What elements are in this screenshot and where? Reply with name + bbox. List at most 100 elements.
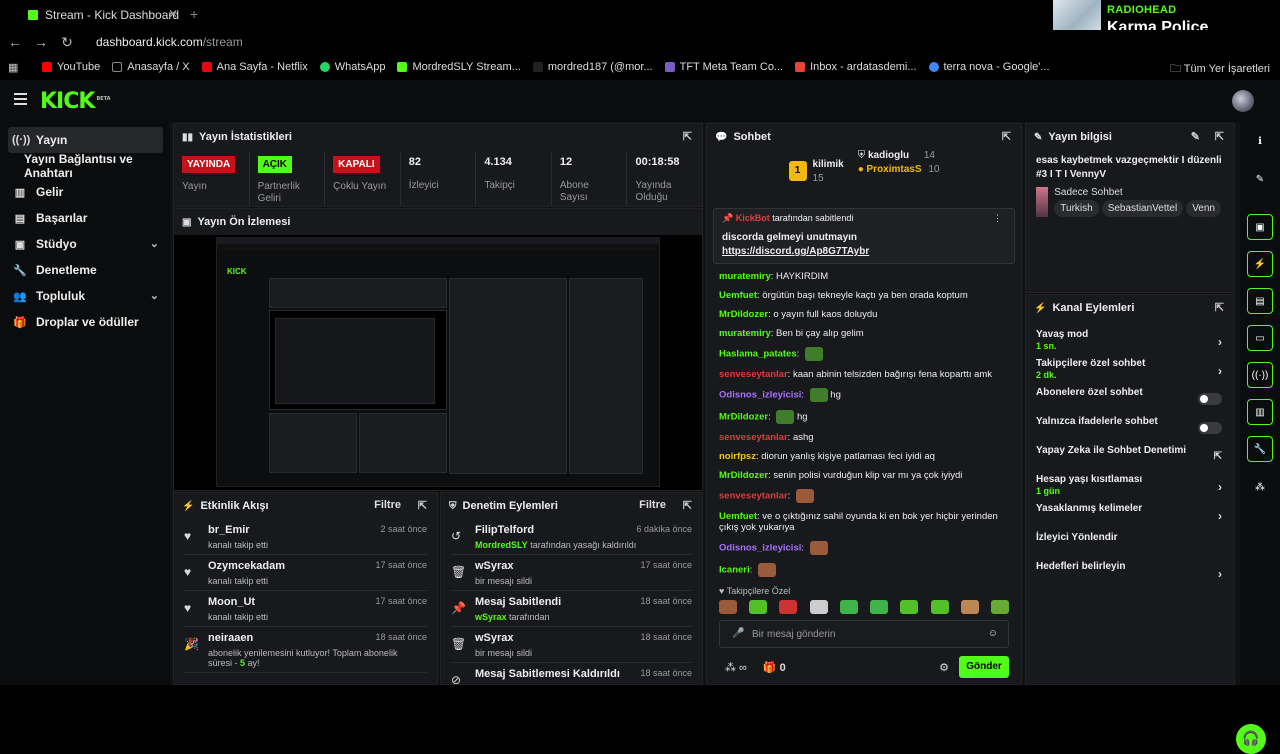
- url-field[interactable]: dashboard.kick.com/stream: [96, 35, 243, 49]
- popout-icon[interactable]: ⇱: [683, 130, 692, 143]
- all-bookmarks[interactable]: 🗀 Tüm Yer İşaretleri: [1170, 60, 1270, 79]
- chat-username[interactable]: muratemiry: [719, 271, 771, 282]
- emote-icon[interactable]: [839, 600, 858, 614]
- bookmark-netflix[interactable]: Ana Sayfa - Netflix: [201, 61, 308, 73]
- channel-action-item[interactable]: Abonelere özel sohbet: [1026, 387, 1234, 416]
- emote-icon[interactable]: [719, 600, 737, 614]
- chat-username[interactable]: MrDildozer: [719, 470, 768, 481]
- bookmark-gmail[interactable]: Inbox - ardatasdemi...: [795, 61, 917, 73]
- sidebar-item-moderation[interactable]: 🔧 Denetleme: [8, 257, 163, 283]
- emote-icon[interactable]: [749, 600, 768, 614]
- bookmark-google[interactable]: terra nova - Google'...: [928, 61, 1050, 73]
- bookmark-tft-meta[interactable]: TFT Meta Team Co...: [664, 61, 783, 73]
- reload-icon[interactable]: ↻: [54, 34, 80, 51]
- chat-username[interactable]: MrDildozer: [719, 412, 768, 423]
- chat-username[interactable]: Uemfuet: [719, 290, 757, 301]
- wrench-icon[interactable]: 🔧: [1247, 436, 1273, 462]
- chat-username[interactable]: noirfpsz: [719, 451, 756, 462]
- edit-icon[interactable]: ✎: [1247, 166, 1273, 192]
- popout-icon[interactable]: ⇱: [1215, 301, 1224, 314]
- bookmark-x[interactable]: Anasayfa / X: [112, 61, 190, 73]
- apps-grid-icon[interactable]: ▦: [8, 61, 22, 74]
- modlog-icon[interactable]: ▥: [1247, 399, 1273, 425]
- chat-username[interactable]: Uemfuet: [719, 511, 757, 522]
- popout-icon[interactable]: ⇱: [1215, 130, 1224, 143]
- chat-username[interactable]: Odisnos_izleyicisi: [719, 543, 801, 554]
- sidebar-item-stream[interactable]: ((·)) Yayın: [8, 127, 163, 153]
- bookmark-whatsapp[interactable]: WhatsApp: [319, 61, 385, 73]
- toggle-switch[interactable]: [1198, 393, 1222, 405]
- popout-icon[interactable]: ⇱: [418, 499, 427, 512]
- avatar[interactable]: [1232, 90, 1254, 112]
- chat-icon[interactable]: ▭: [1247, 325, 1273, 351]
- chat-username[interactable]: senveseytanlar: [719, 491, 788, 502]
- channel-action-item[interactable]: Hedefleri belirleyin ›: [1026, 561, 1234, 590]
- channel-action-item[interactable]: Yasaklanmış kelimeler ›: [1026, 503, 1234, 532]
- address-bar-row: ← → ↻ dashboard.kick.com/stream: [0, 30, 1280, 54]
- mic-icon[interactable]: 🎤: [732, 628, 744, 639]
- chat-username[interactable]: Haslama_patates: [719, 349, 797, 360]
- sidebar-item-achievements[interactable]: ▤ Başarılar: [8, 205, 163, 231]
- chat-username[interactable]: senveseytanlar: [719, 369, 788, 380]
- document-icon[interactable]: ▤: [1247, 288, 1273, 314]
- preview-icon[interactable]: ▣: [1247, 214, 1273, 240]
- bookmark-tiktok[interactable]: mordred187 (@mor...: [532, 61, 653, 73]
- pinned-link[interactable]: https://discord.gg/Ap8G7TAybr: [722, 246, 1006, 257]
- gear-icon[interactable]: ⚙: [939, 661, 949, 674]
- kick-logo[interactable]: KICK BETA: [40, 89, 111, 114]
- close-tab-icon[interactable]: ✕: [168, 7, 178, 21]
- menu-icon[interactable]: [14, 93, 27, 108]
- channel-action-item[interactable]: Yavaş mod 1 sn. ›: [1026, 329, 1234, 358]
- sidebar-item-community[interactable]: 👥 Topluluk ⌄: [8, 283, 163, 309]
- channel-action-item[interactable]: Yalnızca ifadelerle sohbet: [1026, 416, 1234, 445]
- sidebar-item-stream-key[interactable]: Yayın Bağlantısı ve Anahtarı: [8, 152, 163, 180]
- infinity-icon[interactable]: ⁂ ∞: [725, 662, 747, 674]
- bookmark-kick-stream[interactable]: MordredSLY Stream...: [397, 61, 521, 73]
- popout-icon[interactable]: ⇱: [683, 499, 692, 512]
- emote-icon[interactable]: [900, 600, 919, 614]
- chat-username[interactable]: Icaneri: [719, 565, 750, 576]
- stream-preview-video[interactable]: KICK: [174, 235, 702, 490]
- channel-action-item[interactable]: Hesap yaşı kısıtlaması 1 gün ›: [1026, 474, 1234, 503]
- emote-icon[interactable]: [930, 600, 949, 614]
- bookmark-youtube[interactable]: YouTube: [42, 61, 100, 73]
- chat-message: Uemfuet: ve o çıktığınız sahil oyunda ki…: [719, 511, 998, 533]
- broadcast-icon[interactable]: ((·)): [1247, 362, 1273, 388]
- chat-input[interactable]: 🎤 Bir mesaj gönderin ☺: [719, 620, 1009, 648]
- popout-icon[interactable]: ⇱: [1002, 130, 1011, 143]
- toggle-switch[interactable]: [1198, 422, 1222, 434]
- gift-icon[interactable]: 🎁: [763, 662, 777, 674]
- emote-icon[interactable]: [779, 600, 798, 614]
- browser-tab[interactable]: Stream - Kick Dashboard ✕: [28, 3, 182, 27]
- sidebar-item-revenue[interactable]: ▥ Gelir: [8, 179, 163, 205]
- support-button[interactable]: 🎧: [1236, 724, 1266, 754]
- community-icon[interactable]: ⁂: [1247, 474, 1273, 500]
- sidebar-item-drops[interactable]: 🎁 Droplar ve ödüller: [8, 309, 163, 335]
- chat-username[interactable]: MrDildozer: [719, 309, 768, 320]
- back-icon[interactable]: ←: [2, 34, 28, 50]
- chat-username[interactable]: muratemiry: [719, 328, 771, 339]
- chat-message: noirfpsz: diorun yanlış kişiye patlaması…: [719, 451, 935, 462]
- chat-username[interactable]: Odisnos_izleyicisi: [719, 390, 801, 401]
- channel-action-item[interactable]: İzleyici Yönlendir: [1026, 532, 1234, 561]
- send-button[interactable]: Gönder: [959, 656, 1009, 678]
- edit-icon[interactable]: ✎: [1191, 130, 1200, 143]
- filter-button[interactable]: Filtre: [374, 499, 401, 511]
- emote-icon[interactable]: [960, 600, 979, 614]
- shield-icon: ⛨: [857, 150, 866, 161]
- lightning-icon[interactable]: ⚡: [1247, 251, 1273, 277]
- sidebar-item-studio[interactable]: ▣ Stüdyo ⌄: [8, 231, 163, 257]
- chat-username[interactable]: senveseytanlar: [719, 432, 788, 443]
- forward-icon[interactable]: →: [28, 34, 54, 50]
- channel-action-item[interactable]: Takipçilere özel sohbet 2 dk. ›: [1026, 358, 1234, 387]
- info-icon[interactable]: ℹ: [1247, 128, 1273, 154]
- filter-button[interactable]: Filtre: [639, 499, 666, 511]
- pinned-message[interactable]: 📌 KickBot tarafından sabitlendi ⋮ discord…: [713, 208, 1015, 264]
- emote-icon[interactable]: [809, 600, 828, 614]
- channel-action-item[interactable]: Yapay Zeka ile Sohbet Denetimi ⇱: [1026, 445, 1234, 474]
- more-icon[interactable]: ⋮: [993, 213, 1002, 224]
- emoji-icon[interactable]: ☺: [988, 628, 998, 639]
- new-tab-icon[interactable]: +: [190, 6, 198, 22]
- emote-icon[interactable]: [990, 600, 1009, 614]
- emote-icon[interactable]: [870, 600, 889, 614]
